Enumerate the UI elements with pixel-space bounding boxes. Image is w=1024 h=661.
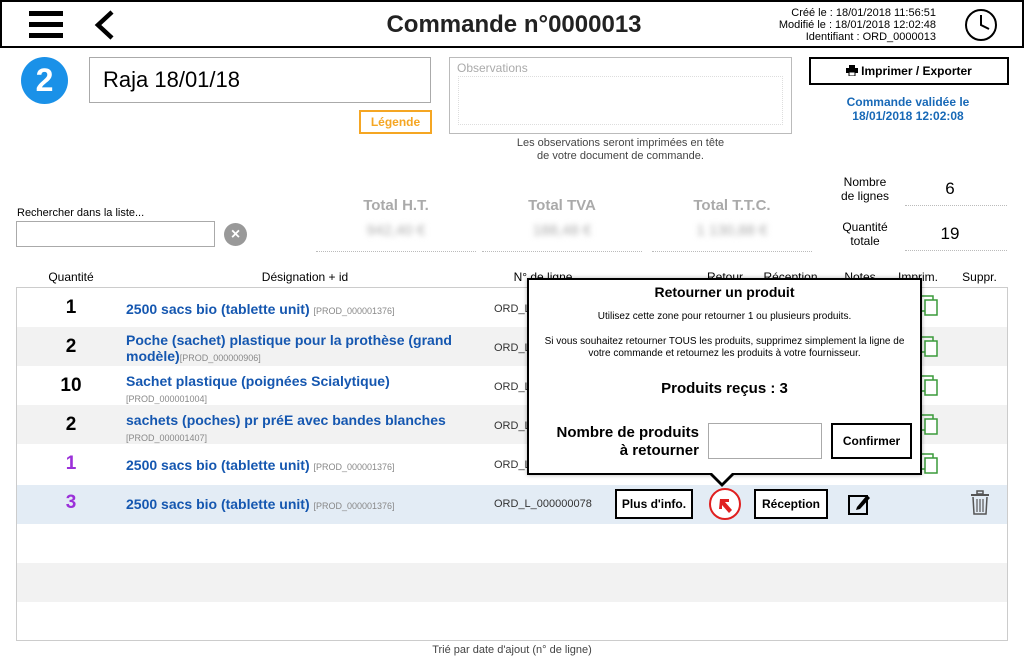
validated-line2: 18/01/2018 12:02:08	[852, 109, 964, 123]
row-quantity: 2	[65, 336, 77, 357]
clear-icon[interactable]: ×	[224, 223, 247, 246]
return-icon[interactable]	[708, 487, 742, 521]
sort-note: Trié par date d'ajout (n° de ligne)	[432, 644, 592, 656]
row-designation[interactable]: 2500 sacs bio (tablette unit) [PROD_0000…	[126, 301, 486, 319]
validated-line1: Commande validée le	[846, 95, 970, 109]
row-product-id: [PROD_000001376]	[313, 462, 395, 472]
row-product-id: [PROD_000001004]	[126, 394, 208, 404]
print-copy-icon[interactable]	[919, 374, 939, 398]
total-qty-label: Quantité totale	[830, 220, 900, 248]
row-quantity: 10	[60, 375, 82, 396]
confirm-button[interactable]: Confirmer	[831, 423, 912, 459]
return-qty-label-line2: à retourner	[619, 442, 699, 459]
total-ht: Total H.T. 942,40 €	[316, 197, 476, 252]
header-bar: Commande n°0000013 Créé le : 18/01/2018 …	[0, 0, 1024, 48]
observations-area	[458, 76, 783, 125]
row-designation[interactable]: Poche (sachet) plastique pour la prothès…	[126, 332, 486, 366]
lines-count-label-line2: de lignes	[840, 189, 890, 203]
row-designation[interactable]: sachets (poches) pr préE avec bandes bla…	[126, 412, 486, 446]
popup-pointer-inner	[711, 472, 733, 483]
print-export-button[interactable]: Imprimer / Exporter	[809, 57, 1009, 85]
return-qty-label: Nombre de produits à retourner	[539, 424, 699, 460]
print-copy-icon[interactable]	[919, 413, 939, 437]
popup-instructions: Utilisez cette zone pour retourner 1 ou …	[597, 311, 852, 322]
lines-count-label: Nombre de lignes	[830, 175, 900, 203]
order-name-field[interactable]: Raja 18/01/18	[89, 57, 431, 103]
lines-count-label-line1: Nombre	[843, 175, 887, 189]
total-ht-value: 942,40 €	[366, 222, 426, 239]
row-product-id: [PROD_000001407]	[126, 433, 208, 443]
divider	[905, 205, 1007, 206]
created-date: Créé le : 18/01/2018 11:56:51	[791, 7, 936, 19]
row-product-id: [PROD_000000906]	[179, 353, 261, 363]
total-tva-label: Total TVA	[528, 197, 596, 214]
row-name: 2500 sacs bio (tablette unit)	[126, 457, 310, 473]
row-quantity: 2	[65, 414, 77, 435]
col-quantity[interactable]: Quantité	[40, 270, 102, 284]
total-tva: Total TVA 188,48 €	[482, 197, 642, 252]
return-qty-label-line1: Nombre de produits	[556, 424, 699, 441]
total-ttc: Total T.T.C. 1 130,88 €	[652, 197, 812, 252]
products-received: Produits reçus : 3	[661, 380, 788, 397]
print-export-label: Imprimer / Exporter	[861, 64, 972, 78]
row-product-id: [PROD_000001376]	[313, 306, 395, 316]
observations-note-line1: Les observations seront imprimées en têt…	[516, 137, 725, 149]
clock-icon[interactable]	[964, 8, 998, 42]
empty-row	[17, 563, 1007, 602]
printer-icon	[846, 65, 859, 77]
trash-icon[interactable]	[969, 490, 991, 516]
col-designation[interactable]: Désignation + id	[220, 270, 390, 284]
reception-button[interactable]: Réception	[754, 489, 828, 519]
observations-placeholder: Observations	[457, 61, 528, 75]
total-ttc-value: 1 130,88 €	[696, 222, 768, 239]
observations-note-line2: de votre document de commande.	[537, 150, 704, 162]
col-delete: Suppr.	[962, 270, 997, 284]
total-tva-value: 188,48 €	[532, 222, 592, 239]
row-designation[interactable]: 2500 sacs bio (tablette unit) [PROD_0000…	[126, 457, 486, 475]
row-line-number: ORD_L_000000078	[494, 498, 592, 510]
row-name: sachets (poches) pr préE avec bandes bla…	[126, 412, 446, 428]
divider	[905, 250, 1007, 251]
order-identifier: Identifiant : ORD_0000013	[805, 31, 936, 43]
return-product-popup: Retourner un produit Utilisez cette zone…	[527, 278, 922, 475]
row-name: 2500 sacs bio (tablette unit)	[126, 496, 310, 512]
step-badge: 2	[21, 57, 68, 104]
return-qty-input[interactable]	[708, 423, 822, 459]
row-name: Poche (sachet) plastique pour la prothès…	[126, 332, 452, 348]
modified-date: Modifié le : 18/01/2018 12:02:48	[778, 19, 936, 31]
search-input[interactable]	[16, 221, 215, 247]
row-designation[interactable]: 2500 sacs bio (tablette unit) [PROD_0000…	[126, 496, 486, 514]
lines-count-value: 6	[945, 179, 955, 198]
row-product-id: [PROD_000001376]	[313, 501, 395, 511]
print-copy-icon[interactable]	[919, 294, 939, 318]
row-name-cont: modèle)	[126, 348, 180, 364]
observations-field[interactable]: Observations	[449, 57, 792, 134]
table-row[interactable]: 3 2500 sacs bio (tablette unit) [PROD_00…	[17, 485, 1007, 524]
total-qty-label-line2: totale	[850, 234, 880, 248]
row-quantity: 1	[65, 297, 77, 318]
search-label: Rechercher dans la liste...	[17, 207, 145, 219]
row-designation[interactable]: Sachet plastique (poignées Scialytique) […	[126, 373, 486, 407]
row-name: Sachet plastique (poignées Scialytique)	[126, 373, 390, 389]
total-ttc-label: Total T.T.C.	[693, 197, 771, 214]
print-copy-icon[interactable]	[919, 452, 939, 476]
row-quantity: 1	[65, 453, 77, 474]
total-qty-value: 19	[940, 224, 960, 243]
legend-button[interactable]: Légende	[359, 110, 432, 134]
row-name: 2500 sacs bio (tablette unit)	[126, 301, 310, 317]
edit-note-icon[interactable]	[847, 491, 873, 517]
total-ht-label: Total H.T.	[363, 197, 429, 214]
row-quantity: 3	[65, 492, 77, 513]
validated-status: Commande validée le 18/01/2018 12:02:08	[808, 95, 1008, 123]
popup-title: Retourner un produit	[654, 284, 795, 300]
order-meta: Créé le : 18/01/2018 11:56:51 Modifié le…	[779, 7, 936, 43]
total-qty-label-line1: Quantité	[842, 220, 888, 234]
more-info-button[interactable]: Plus d'info.	[615, 489, 693, 519]
popup-note: Si vous souhaitez retourner TOUS les pro…	[544, 336, 905, 359]
print-copy-icon[interactable]	[919, 335, 939, 359]
observations-note: Les observations seront imprimées en têt…	[449, 137, 792, 163]
